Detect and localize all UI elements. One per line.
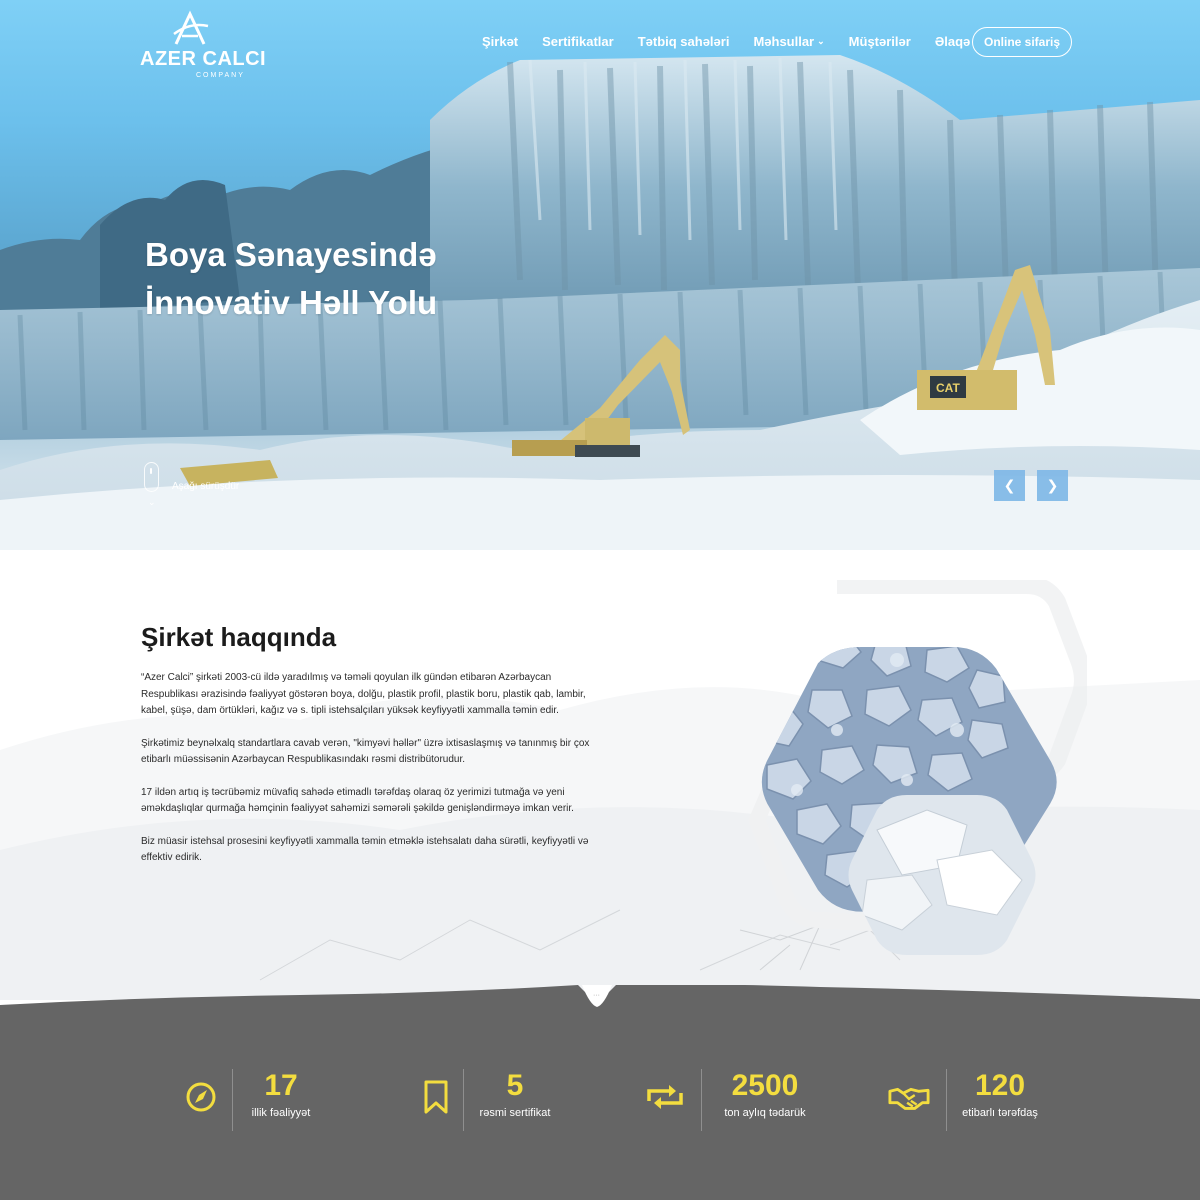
stat-supply: 2500 ton aylıq tədarük — [645, 1069, 825, 1131]
hero-title: Boya Sənayesində İnnovativ Həll Yolu — [145, 231, 565, 327]
about-paragraph: “Azer Calci” şirkəti 2003-cü ildə yaradı… — [141, 672, 586, 716]
top-navigation: AZER CALCI COMPANY Şirkət Sertifikatlar … — [0, 0, 1200, 90]
bookmark-icon — [424, 1080, 448, 1114]
dots-divider: ··· — [593, 992, 600, 999]
hero-title-line2: İnnovativ Həll Yolu — [145, 284, 438, 321]
online-order-button[interactable]: Online sifariş — [972, 27, 1072, 57]
stat-years: 17 illik fəaliyyət — [185, 1069, 335, 1131]
handshake-icon — [888, 1087, 930, 1110]
about-title: Şirkət haqqında — [141, 622, 337, 652]
main-menu: Şirkət Sertifikatlar Tətbiq sahələri Məh… — [482, 34, 994, 49]
stat-partners: 120 etibarlı tərəfdaş — [888, 1069, 1068, 1131]
chevron-left-icon: ❮ — [1003, 477, 1016, 494]
stat-certificates: 5 rəsmi sertifikat — [420, 1069, 570, 1131]
nav-item-applications[interactable]: Tətbiq sahələri — [638, 34, 730, 49]
stat-divider — [946, 1069, 947, 1131]
chevron-right-icon: ❯ — [1046, 477, 1059, 494]
chevron-down-icon: ⌄ — [148, 498, 156, 508]
stat-value: 17 — [264, 1069, 298, 1102]
cat-logo-text: CAT — [936, 381, 960, 395]
stat-divider — [701, 1069, 702, 1131]
scroll-down-label: Aşağı sürüşdür — [172, 481, 240, 492]
brand-logo[interactable]: AZER CALCI COMPANY — [140, 10, 267, 80]
nav-item-products-label: Məhsullar — [753, 34, 815, 49]
hero-slider: CAT AZER CALCI COMPANY Şirkət Sertifikat… — [0, 0, 1200, 550]
stat-value: 120 — [974, 1069, 1026, 1102]
brand-subtitle: COMPANY — [196, 72, 245, 79]
stat-value: 2500 — [731, 1069, 799, 1102]
brand-name: AZER CALCI — [140, 48, 267, 70]
compass-icon — [186, 1082, 216, 1112]
slider-prev-button[interactable]: ❮ — [994, 470, 1025, 501]
chevron-down-icon: ⌄ — [817, 36, 825, 46]
about-paragraph: Şirkətimiz beynəlxalq standartlara cavab… — [141, 737, 590, 766]
nav-item-contact[interactable]: Əlaqə — [935, 34, 970, 49]
about-text: “Azer Calci” şirkəti 2003-cü ildə yaradı… — [141, 670, 601, 883]
logo-a-icon — [173, 10, 209, 45]
about-section: Şirkət haqqında “Azer Calci” şirkəti 200… — [0, 550, 1200, 1000]
stat-value: 5 — [506, 1069, 524, 1102]
nav-item-certificates[interactable]: Sertifikatlar — [542, 34, 614, 49]
stat-label: ton aylıq tədarük — [724, 1107, 806, 1119]
nav-item-company[interactable]: Şirkət — [482, 34, 518, 49]
nav-item-clients[interactable]: Müştərilər — [849, 34, 911, 49]
stat-label: etibarlı tərəfdaş — [962, 1107, 1038, 1119]
slider-next-button[interactable]: ❯ — [1037, 470, 1068, 501]
repeat-icon — [647, 1085, 683, 1109]
about-paragraph: 17 ildən artıq iş təcrübəmiz müvafiq sah… — [141, 786, 574, 815]
about-paragraph: Biz müasir istehsal prosesini keyfiyyətl… — [141, 835, 589, 864]
hero-title-line1: Boya Sənayesində — [145, 236, 437, 273]
mouse-icon — [144, 462, 159, 492]
stat-divider — [463, 1069, 464, 1131]
stat-label: rəsmi sertifikat — [479, 1107, 551, 1119]
stat-label: illik fəaliyyət — [251, 1107, 311, 1119]
scroll-down-hint[interactable]: ⌄ Aşağı sürüşdür — [144, 462, 264, 512]
nav-item-products[interactable]: Məhsullar ⌄ — [753, 34, 824, 49]
limestone-hexagon-image — [748, 580, 1087, 955]
stat-divider — [232, 1069, 233, 1131]
